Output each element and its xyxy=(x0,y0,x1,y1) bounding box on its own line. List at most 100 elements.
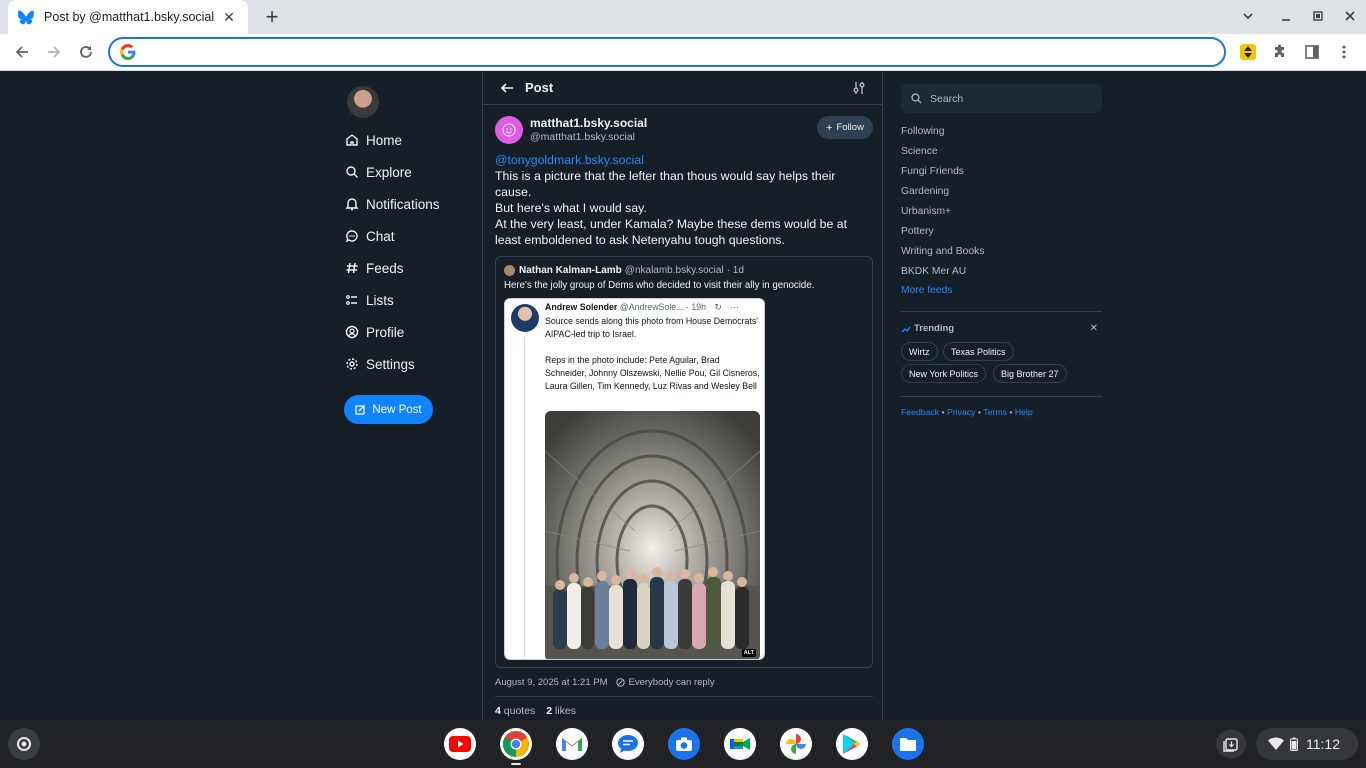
launcher-icon[interactable] xyxy=(8,728,40,760)
side-panel-icon[interactable] xyxy=(1300,40,1324,64)
meet-icon[interactable] xyxy=(724,728,756,760)
status-tray[interactable]: 11:12 xyxy=(1256,728,1358,760)
post-line: At the very least, under Kamala? Maybe t… xyxy=(495,217,848,247)
new-post-label: New Post xyxy=(372,403,422,416)
reload-icon[interactable] xyxy=(73,39,99,65)
new-tab-button[interactable]: + xyxy=(260,5,284,29)
footer-separator: • xyxy=(941,407,945,417)
photos-icon[interactable] xyxy=(780,728,812,760)
nav-notifications[interactable]: Notifications xyxy=(344,192,440,216)
nav-home[interactable]: Home xyxy=(344,128,402,152)
author-avatar[interactable] xyxy=(495,116,523,144)
footer-link-help[interactable]: Help xyxy=(1015,407,1033,417)
trending-chip[interactable]: Wirtz xyxy=(901,342,938,361)
wifi-icon xyxy=(1268,737,1284,750)
youtube-icon[interactable] xyxy=(444,728,476,760)
tweet-author-name: Andrew Solender xyxy=(545,302,618,312)
follow-button[interactable]: + Follow xyxy=(817,116,873,139)
likes-stat[interactable]: 2 likes xyxy=(546,705,576,717)
back-icon[interactable] xyxy=(9,39,35,65)
compose-icon xyxy=(355,405,365,415)
reply-setting-icon xyxy=(615,678,625,687)
nav-explore[interactable]: Explore xyxy=(344,160,412,184)
plus-icon: + xyxy=(826,121,833,134)
nav-label: Notifications xyxy=(366,196,440,212)
reply-setting[interactable]: Everybody can reply xyxy=(629,677,715,688)
footer-link-privacy[interactable]: Privacy xyxy=(947,407,975,417)
search-input[interactable]: Search xyxy=(901,84,1102,113)
nav-chat[interactable]: Chat xyxy=(344,224,395,248)
feed-link[interactable]: BKDK Mer AU xyxy=(901,266,966,277)
browser-tab[interactable]: Post by @matthat1.bsky.social ✕ xyxy=(8,0,248,34)
holding-space-icon[interactable] xyxy=(1216,730,1246,758)
retweet-icon: ↻ xyxy=(714,302,722,312)
search-icon xyxy=(911,93,922,104)
files-icon[interactable] xyxy=(892,728,924,760)
address-bar-input[interactable] xyxy=(144,42,1204,62)
feed-link[interactable]: Science xyxy=(901,146,938,157)
footer-link-feedback[interactable]: Feedback xyxy=(901,407,939,417)
feed-link[interactable]: Urbanism+ xyxy=(901,206,951,217)
feed-link[interactable]: Pottery xyxy=(901,226,934,237)
footer-link-terms[interactable]: Terms xyxy=(983,407,1007,417)
divider xyxy=(901,396,1102,397)
google-icon xyxy=(120,44,136,60)
quoted-post-age: · 1d xyxy=(726,265,744,276)
quotes-stat[interactable]: 4 quotes xyxy=(495,705,535,717)
new-post-button[interactable]: New Post xyxy=(344,395,433,424)
list-icon xyxy=(344,292,360,308)
feed-link[interactable]: Following xyxy=(901,126,945,137)
omnibox[interactable] xyxy=(108,37,1226,67)
nav-label: Explore xyxy=(366,164,412,180)
close-tab-icon[interactable]: ✕ xyxy=(220,8,238,26)
close-icon[interactable]: ✕ xyxy=(1090,323,1098,334)
user-avatar[interactable] xyxy=(347,86,379,118)
nav-label: Profile xyxy=(366,324,405,340)
author-name[interactable]: matthat1.bsky.social xyxy=(530,116,647,130)
footer-links: Feedback • Privacy • Terms • Help xyxy=(901,407,1033,417)
post-line: But here's what I would say. xyxy=(495,201,647,215)
feed-link[interactable]: Writing and Books xyxy=(901,246,984,257)
gmail-icon[interactable] xyxy=(556,728,588,760)
nav-feeds[interactable]: Feeds xyxy=(344,256,404,280)
camera-icon[interactable] xyxy=(668,728,700,760)
trending-chip[interactable]: New York Politics xyxy=(901,364,987,383)
restore-icon[interactable] xyxy=(1306,5,1330,29)
tab-search-icon[interactable] xyxy=(1236,5,1260,29)
smiley-icon xyxy=(502,123,516,137)
extension-icon[interactable] xyxy=(1236,40,1260,64)
bluesky-butterfly-icon xyxy=(18,10,34,25)
forward-icon[interactable] xyxy=(41,39,67,65)
minimize-icon[interactable] xyxy=(1274,5,1298,29)
embedded-screenshot-image[interactable]: Andrew Solender @AndrewSole... · 19h ↻ ·… xyxy=(504,298,765,660)
trending-chip[interactable]: Big Brother 27 xyxy=(993,364,1067,383)
nav-lists[interactable]: Lists xyxy=(344,288,394,312)
nav-profile[interactable]: Profile xyxy=(344,320,404,344)
running-indicator xyxy=(511,763,521,765)
quoted-post-header: Nathan Kalman-Lamb @nkalamb.bsky.social … xyxy=(504,265,744,276)
back-arrow-icon[interactable] xyxy=(499,80,515,96)
quoted-author-avatar xyxy=(504,265,515,276)
play-store-icon[interactable] xyxy=(836,728,868,760)
more-feeds-link[interactable]: More feeds xyxy=(901,285,953,296)
chrome-icon[interactable] xyxy=(500,728,532,760)
gear-icon xyxy=(344,356,360,372)
feed-link[interactable]: Fungi Friends xyxy=(901,166,964,177)
tab-title: Post by @matthat1.bsky.social xyxy=(44,10,215,24)
menu-icon[interactable] xyxy=(1332,40,1356,64)
mention-link[interactable]: @tonygoldmark.bsky.social xyxy=(495,152,875,168)
follow-label: Follow xyxy=(836,122,864,133)
bell-icon xyxy=(344,196,360,212)
feed-link[interactable]: Gardening xyxy=(901,186,949,197)
quoted-post[interactable]: Nathan Kalman-Lamb @nkalamb.bsky.social … xyxy=(495,256,873,668)
messages-icon[interactable] xyxy=(612,728,644,760)
trending-chip[interactable]: Texas Politics xyxy=(943,342,1014,361)
puzzle-icon[interactable] xyxy=(1268,40,1292,64)
thread-line xyxy=(524,337,525,657)
nav-settings[interactable]: Settings xyxy=(344,352,415,376)
alt-badge[interactable]: ALT xyxy=(741,649,756,657)
close-window-icon[interactable] xyxy=(1338,5,1362,29)
footer-separator: • xyxy=(1009,407,1013,417)
author-handle[interactable]: @matthat1.bsky.social xyxy=(530,131,635,143)
sliders-icon[interactable] xyxy=(851,80,867,96)
